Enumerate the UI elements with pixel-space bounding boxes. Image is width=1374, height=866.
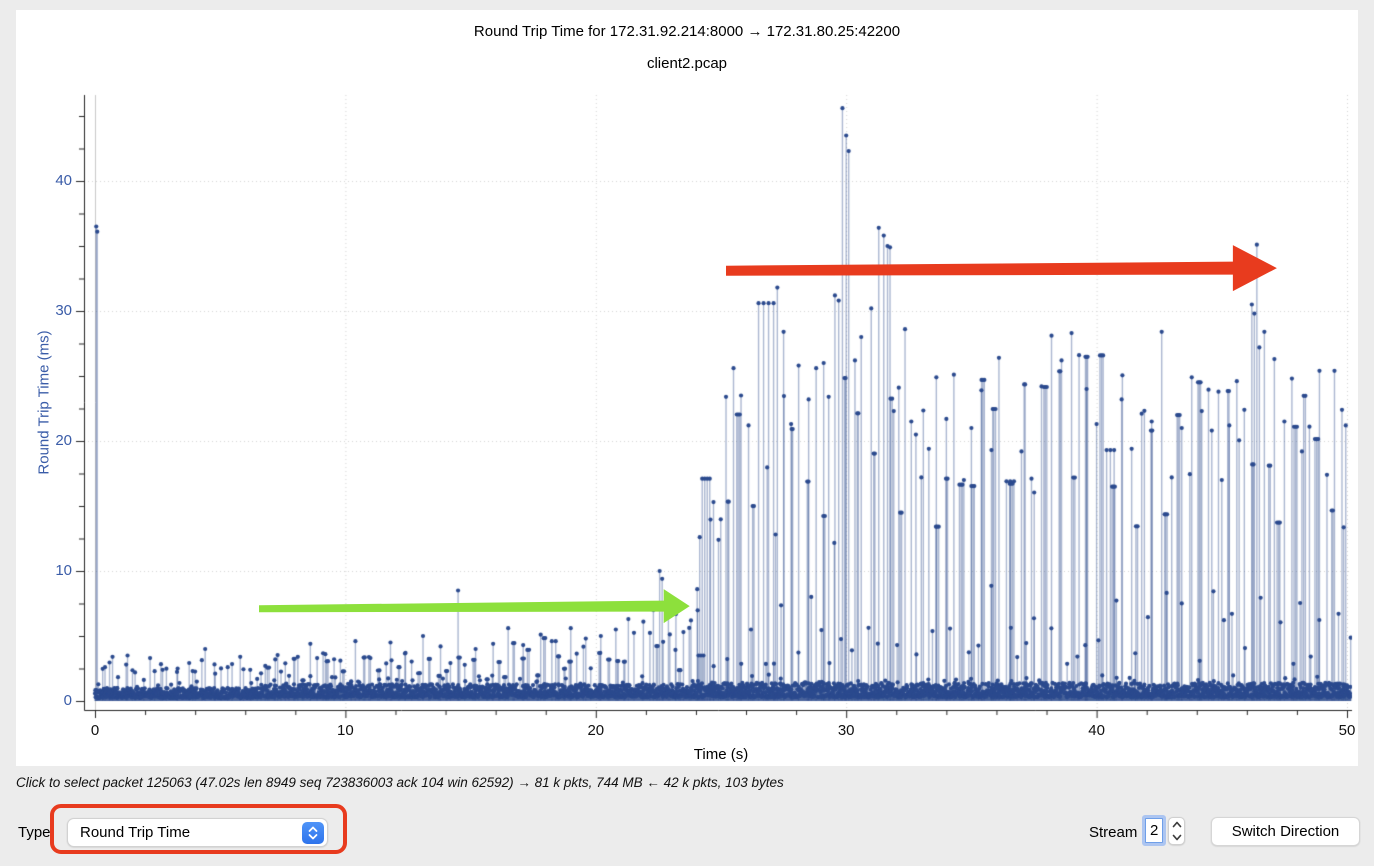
controls-bar: Type Round Trip Time Stream Switch Direc… [0,800,1374,866]
plot-widget: 01020304050010203040 Round Trip Time for… [16,10,1358,766]
status-text: Click to select packet 125063 (47.02s le… [16,775,784,790]
select-stepper-icon [302,822,324,844]
stream-label: Stream [1089,824,1137,841]
stepper-up-icon [1172,821,1182,828]
chart-title: Round Trip Time for 172.31.92.214:8000 →… [16,23,1358,40]
x-axis-title: Time (s) [421,746,1021,763]
status-bar: Click to select packet 125063 (47.02s le… [16,775,1356,795]
stream-input[interactable] [1145,818,1163,843]
graph-type-select[interactable]: Round Trip Time [67,818,328,847]
graph-type-value: Round Trip Time [80,824,190,841]
chart-subtitle: client2.pcap [16,55,1358,72]
wireshark-rtt-window: 01020304050010203040 Round Trip Time for… [0,0,1374,866]
stream-stepper[interactable] [1168,817,1185,845]
type-label: Type [18,824,51,841]
stepper-down-icon [1172,834,1182,841]
rtt-plot-canvas[interactable] [16,10,1358,766]
switch-direction-button[interactable]: Switch Direction [1211,817,1360,846]
y-axis-title: Round Trip Time (ms) [36,103,53,703]
